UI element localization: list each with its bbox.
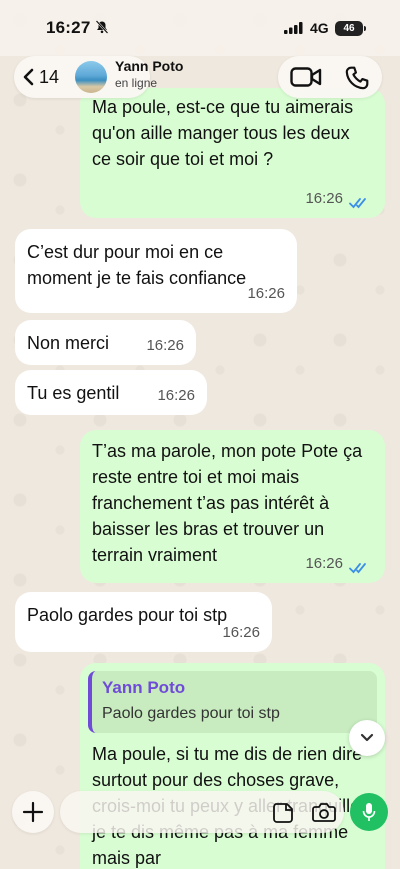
message-time: 16:26	[305, 190, 343, 207]
video-call-icon[interactable]	[290, 66, 322, 88]
message-time: 16:26	[222, 624, 260, 641]
message-text: C’est dur pour moi en ce moment je te fa…	[27, 242, 247, 288]
sticker-icon[interactable]	[272, 802, 294, 824]
signal-icon	[284, 22, 303, 34]
message-time: 16:26	[157, 387, 195, 404]
message-bubble-incoming[interactable]: C’est dur pour moi en ce moment je te fa…	[15, 229, 297, 313]
contact-status: en ligne	[115, 76, 158, 90]
read-ticks-icon	[349, 198, 366, 209]
phone-call-icon[interactable]	[344, 65, 370, 91]
camera-icon[interactable]	[312, 801, 336, 823]
message-time: 16:26	[146, 337, 184, 354]
chat-header: 14 Yann Poto en ligne	[0, 52, 400, 104]
quote-author: Yann Poto	[102, 678, 186, 697]
message-bubble-outgoing[interactable]: Ma poule, est-ce que tu aimerais qu'on a…	[80, 88, 385, 218]
chevron-down-icon	[360, 733, 374, 742]
status-bar: 16:27 4G 46	[0, 0, 400, 56]
scroll-to-bottom-button[interactable]	[349, 720, 385, 756]
attach-button[interactable]	[12, 791, 54, 833]
message-bubble-outgoing[interactable]: Yann Poto Paolo gardes pour toi stp Ma p…	[80, 663, 385, 869]
message-bubble-incoming[interactable]: Non merci 16:26	[15, 320, 196, 365]
quoted-reply[interactable]: Yann Poto Paolo gardes pour toi stp	[88, 671, 377, 733]
message-composer	[0, 788, 400, 838]
voice-message-button[interactable]	[350, 793, 388, 831]
plus-icon	[22, 801, 44, 823]
quote-text: Paolo gardes pour toi stp	[102, 705, 280, 722]
message-bubble-incoming[interactable]: Paolo gardes pour toi stp 16:26	[15, 592, 272, 652]
message-bubble-incoming[interactable]: Tu es gentil 16:26	[15, 370, 207, 415]
battery-indicator: 46	[335, 21, 366, 36]
read-ticks-icon	[349, 563, 366, 574]
message-time: 16:26	[305, 555, 343, 572]
message-text: T’as ma parole, mon pote Pote ça reste e…	[92, 441, 363, 565]
mute-icon	[95, 20, 109, 34]
message-bubble-outgoing[interactable]: T’as ma parole, mon pote Pote ça reste e…	[80, 430, 385, 583]
message-text: Ma poule, est-ce que tu aimerais qu'on a…	[92, 97, 354, 169]
contact-name[interactable]: Yann Poto	[115, 58, 183, 74]
avatar[interactable]	[75, 61, 107, 93]
message-time: 16:26	[247, 285, 285, 302]
back-chevron-icon	[23, 68, 34, 86]
message-input[interactable]	[60, 791, 344, 833]
unread-count: 14	[39, 67, 60, 87]
call-actions	[278, 56, 382, 98]
status-time: 16:27	[46, 18, 91, 37]
microphone-icon	[362, 803, 376, 821]
network-label: 4G	[310, 20, 329, 36]
